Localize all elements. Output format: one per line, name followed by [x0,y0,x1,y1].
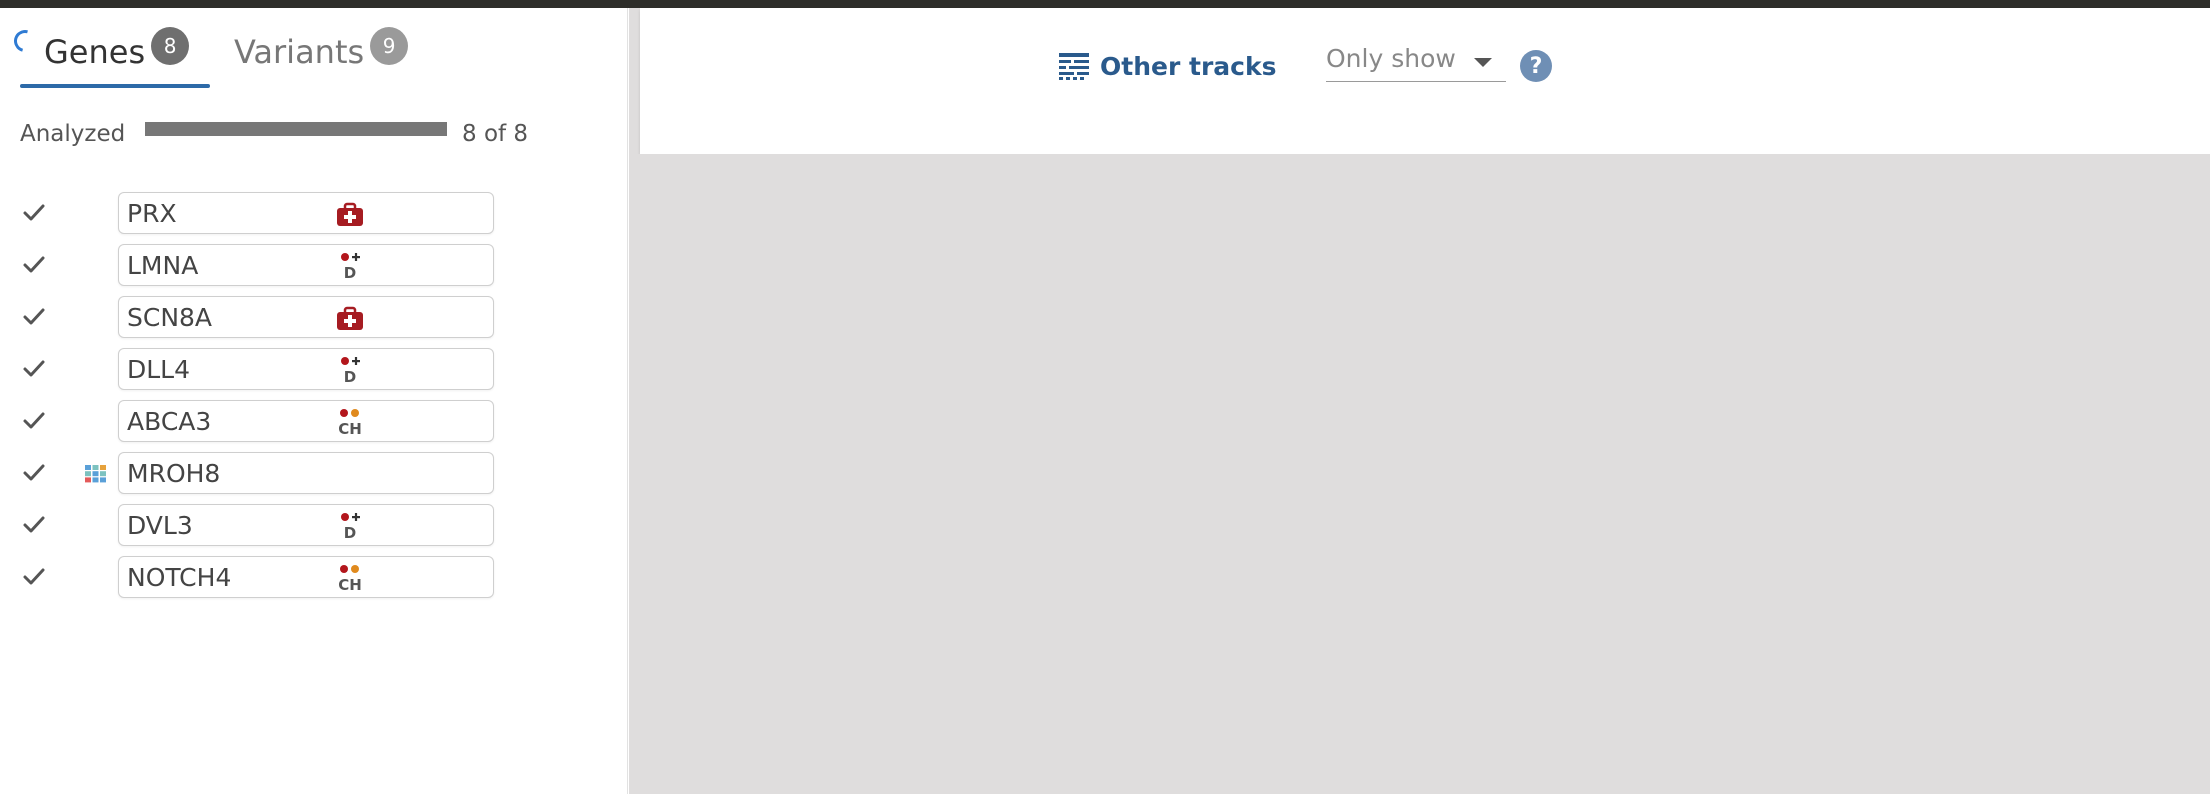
gene-card[interactable]: DVL3 D [118,504,494,546]
de-novo-icon: D [335,252,365,282]
checkmark-icon [23,412,45,429]
gene-row[interactable]: SCN8A [0,294,628,338]
active-tab-indicator [20,84,210,88]
track-area [629,154,2210,794]
gene-card[interactable]: MROH8 [118,452,494,494]
checkmark-icon [23,464,45,481]
de-novo-icon: D [335,512,365,542]
gene-name: DLL4 [127,354,191,384]
compound-het-icon: CH [335,564,365,594]
checkmark-icon [23,256,45,273]
only-show-label: Only show [1326,44,1456,73]
gene-icon-text: CH [338,576,362,594]
gene-name: SCN8A [127,302,213,332]
help-icon[interactable]: ? [1520,50,1552,82]
checkmark-icon [23,516,45,533]
gene-card[interactable]: DLL4 D [118,348,494,390]
gene-card[interactable]: ABCA3 CH [118,400,494,442]
tile-grid-icon [85,465,106,483]
gene-row[interactable]: DLL4 D [0,346,628,390]
gene-row[interactable]: DVL3 D [0,502,628,546]
analyzed-label: Analyzed [20,121,126,147]
gene-row[interactable]: LMNA D [0,242,628,286]
gene-name: LMNA [127,250,199,280]
checkmark-icon [23,204,45,221]
checkmark-icon [23,568,45,585]
analyzed-progress-bar [145,122,447,136]
variants-count-badge: 9 [370,27,409,65]
gene-name: PRX [127,198,177,228]
analyzed-progress-fill [145,122,447,136]
gene-icon-text: D [344,264,356,282]
tab-genes-label: Genes [44,33,146,71]
tracks-icon [1059,53,1089,80]
gene-icon-text: D [344,368,356,386]
gene-name: NOTCH4 [127,562,232,592]
tab-genes[interactable]: Genes 8 [44,22,190,82]
checkmark-icon [23,308,45,325]
other-tracks-button[interactable]: Other tracks [1058,46,1276,86]
de-novo-icon: D [335,356,365,386]
gene-card[interactable]: NOTCH4 CH [118,556,494,598]
analyzed-count: 8 of 8 [462,121,529,147]
gene-name: MROH8 [127,458,221,488]
top-bar [0,0,2210,8]
gene-card[interactable]: PRX [118,192,494,234]
gene-icon-text: CH [338,420,362,438]
genes-panel: Genes 8 Variants 9 Analyzed 8 of 8 PRX LM… [0,8,628,794]
loading-spinner-icon [9,25,41,57]
tab-variants[interactable]: Variants 9 [234,22,409,82]
tab-variants-label: Variants [234,33,365,71]
gene-card[interactable]: SCN8A [118,296,494,338]
checkmark-icon [23,360,45,377]
medical-kit-icon [335,304,365,334]
genes-count-badge: 8 [151,27,190,65]
gene-row[interactable]: PRX [0,190,628,234]
medical-kit-icon [335,200,365,230]
gene-icon-text: D [344,524,356,542]
gene-row[interactable]: MROH8 [0,450,628,494]
only-show-select[interactable]: Only show [1326,40,1506,82]
gene-row[interactable]: NOTCH4 CH [0,554,628,598]
gene-card[interactable]: LMNA D [118,244,494,286]
gene-name: DVL3 [127,510,193,540]
other-tracks-label: Other tracks [1100,51,1277,81]
gene-name: ABCA3 [127,406,212,436]
track-panel-gutter [629,8,640,154]
caret-down-icon [1474,58,1492,67]
gene-row[interactable]: ABCA3 CH [0,398,628,442]
compound-het-icon: CH [335,408,365,438]
